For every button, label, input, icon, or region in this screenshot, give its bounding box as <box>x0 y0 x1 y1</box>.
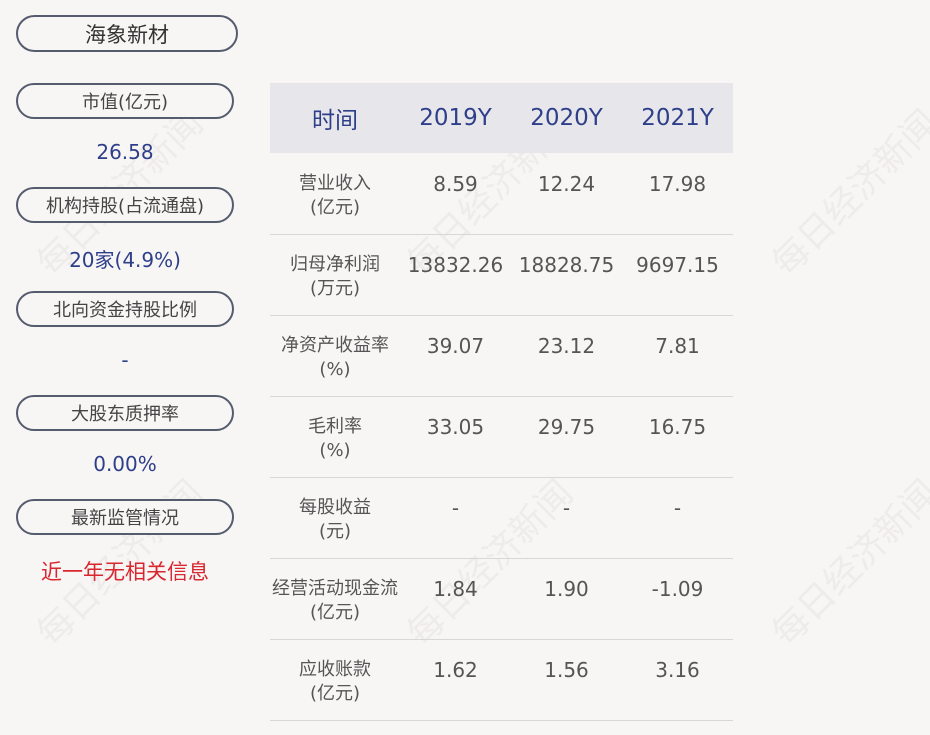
watermark-text: 每日经济新闻 <box>764 102 930 285</box>
row-label: 净资产收益率 (%) <box>281 335 389 380</box>
row-label: 毛利率 (%) <box>308 416 362 461</box>
cell-2019: 39.07 <box>426 334 485 358</box>
company-name: 海象新材 <box>16 15 238 52</box>
cell-2021: -1.09 <box>651 577 704 601</box>
row-label: 经营活动现金流 (亿元) <box>272 578 398 623</box>
cell-2021: 9697.15 <box>636 253 719 277</box>
table-row: 每股收益 (元) - - - <box>270 477 733 559</box>
cell-2020: 18828.75 <box>518 253 615 277</box>
cell-2021: 17.98 <box>648 172 707 196</box>
regulation-value: 近一年无相关信息 <box>41 560 209 584</box>
cell-2021: - <box>673 496 682 520</box>
header-2021: 2021Y <box>641 105 714 131</box>
table-row: 净资产收益率 (%) 39.07 23.12 7.81 <box>270 315 733 397</box>
cell-2019: 1.62 <box>433 658 478 682</box>
pledge-ratio-label: 大股东质押率 <box>16 395 234 431</box>
header-2020: 2020Y <box>530 105 603 131</box>
cell-2019: 33.05 <box>426 415 485 439</box>
table-header: 时间 2019Y 2020Y 2021Y <box>270 83 733 153</box>
header-time: 时间 <box>312 108 358 134</box>
institution-holding-value: 20家(4.9%) <box>69 248 181 272</box>
table-row: 归母净利润 (万元) 13832.26 18828.75 9697.15 <box>270 234 733 316</box>
cell-2021: 7.81 <box>655 334 700 358</box>
cell-2019: 1.84 <box>433 577 478 601</box>
watermark-text: 每日经济新闻 <box>764 472 930 655</box>
cell-2020: 12.24 <box>537 172 596 196</box>
table-row: 经营活动现金流 (亿元) 1.84 1.90 -1.09 <box>270 558 733 640</box>
cell-2019: - <box>451 496 460 520</box>
header-2019: 2019Y <box>419 105 492 131</box>
cell-2020: 1.90 <box>544 577 589 601</box>
pledge-ratio-value: 0.00% <box>93 452 157 476</box>
row-label: 归母净利润 (万元) <box>290 254 380 299</box>
cell-2020: 29.75 <box>537 415 596 439</box>
cell-2020: 23.12 <box>537 334 596 358</box>
cell-2021: 3.16 <box>655 658 700 682</box>
table-row: 毛利率 (%) 33.05 29.75 16.75 <box>270 396 733 478</box>
northbound-holding-value: - <box>121 348 129 372</box>
regulation-label: 最新监管情况 <box>16 499 234 535</box>
institution-holding-label: 机构持股(占流通盘) <box>16 187 234 223</box>
row-label: 应收账款 (亿元) <box>299 659 371 704</box>
market-cap-label: 市值(亿元) <box>16 83 234 119</box>
cell-2019: 8.59 <box>433 172 478 196</box>
market-cap-value: 26.58 <box>96 140 154 164</box>
cell-2020: 1.56 <box>544 658 589 682</box>
cell-2020: - <box>562 496 571 520</box>
row-label: 营业收入 (亿元) <box>299 173 371 218</box>
table-row: 应收账款 (亿元) 1.62 1.56 3.16 <box>270 639 733 721</box>
row-label: 每股收益 (元) <box>299 497 371 542</box>
cell-2021: 16.75 <box>648 415 707 439</box>
cell-2019: 13832.26 <box>407 253 504 277</box>
table-row: 营业收入 (亿元) 8.59 12.24 17.98 <box>270 153 733 235</box>
northbound-holding-label: 北向资金持股比例 <box>16 291 234 327</box>
